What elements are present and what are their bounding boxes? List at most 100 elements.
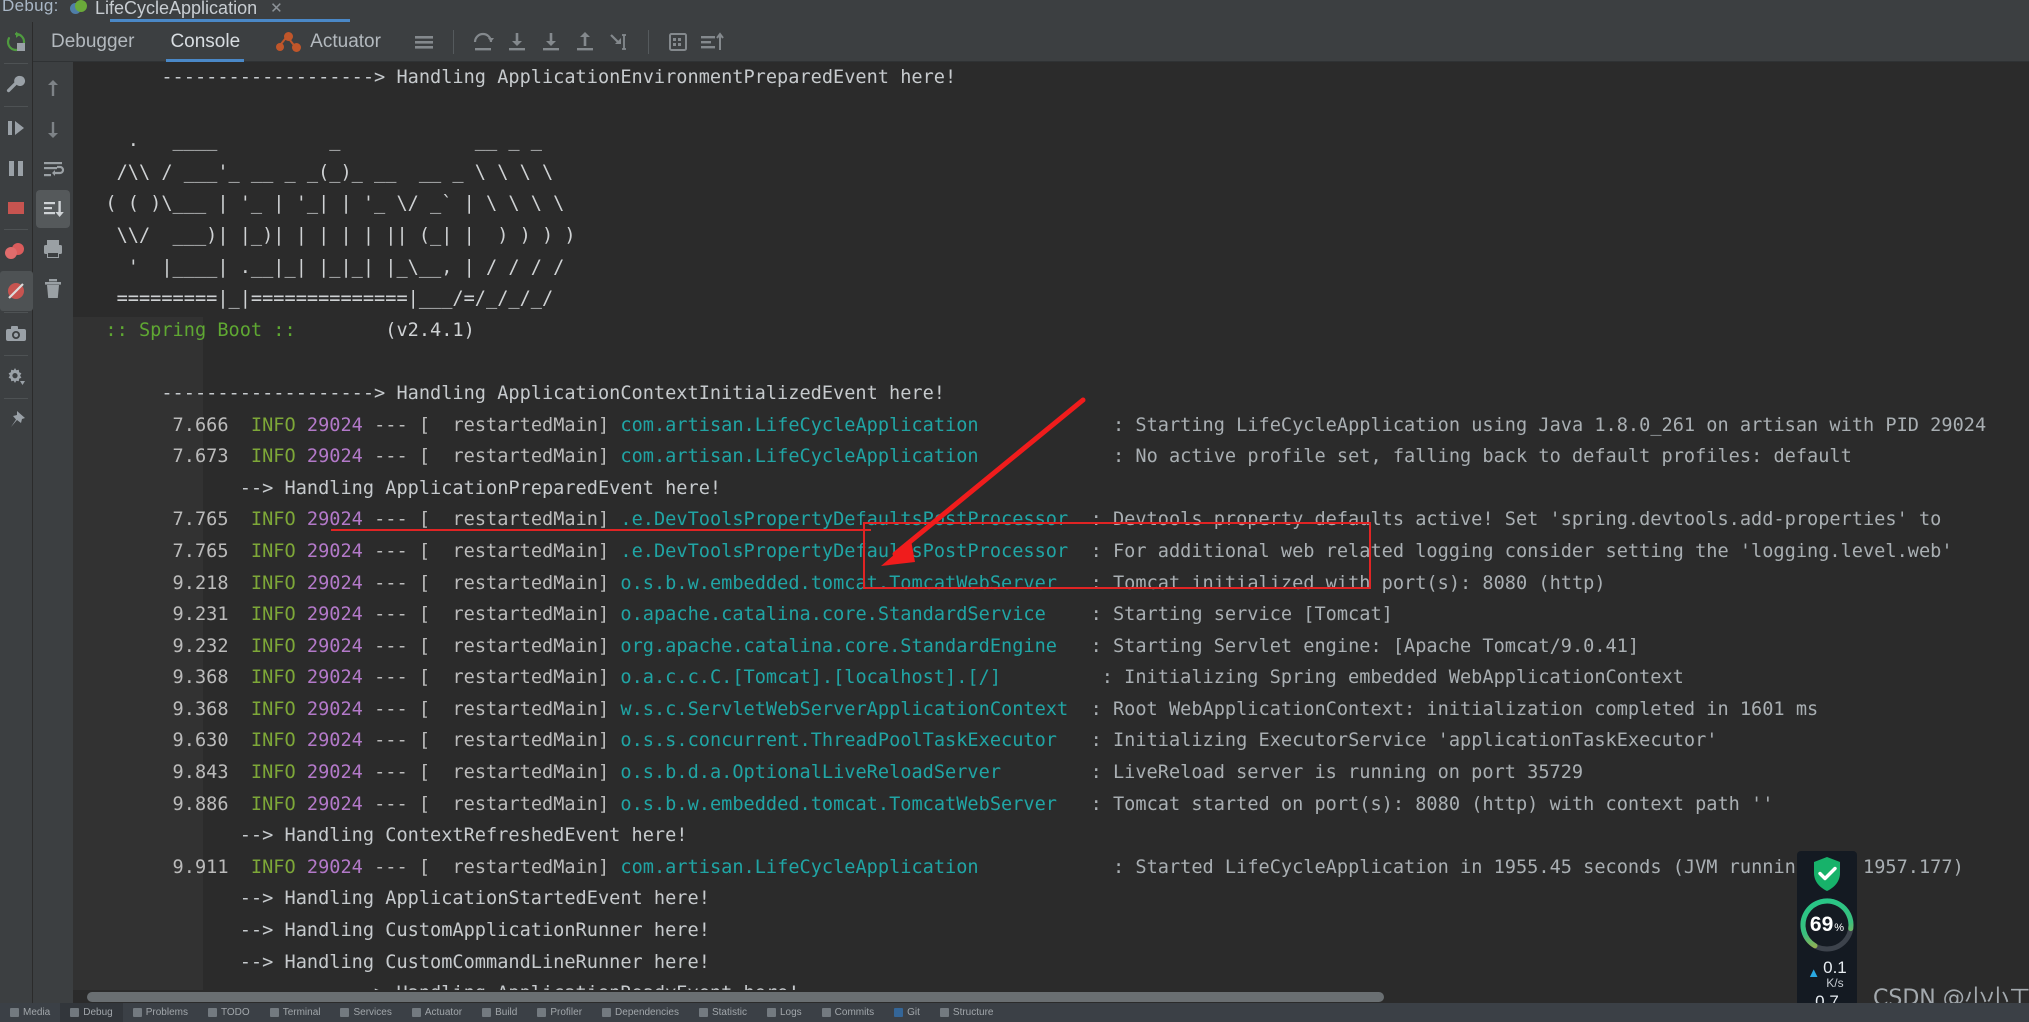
resume-program-icon[interactable]	[0, 108, 33, 148]
network-upload-value: 0.1	[1823, 958, 1847, 977]
force-step-into-icon[interactable]	[534, 25, 568, 59]
console-line-banner: \\/ ___)| |_)| | | | | || (_| | ) ) ) )	[83, 224, 576, 246]
toolwindow-button-git[interactable]: Git	[884, 1003, 930, 1022]
clear-all-icon[interactable]	[36, 270, 70, 308]
toolwindow-button-label: Services	[353, 1007, 392, 1018]
toolwindow-button-label: Actuator	[424, 1007, 463, 1018]
toolwindow-button-problems[interactable]: Problems	[123, 1003, 198, 1022]
console-line-banner: /\\ / ___'_ __ _ _(_)_ __ __ _ \ \ \ \	[83, 161, 554, 183]
toolwindow-button-label: TODO	[220, 1007, 250, 1018]
toolwindow-button-dependencies[interactable]: Dependencies	[592, 1003, 689, 1022]
media-icon	[10, 1008, 19, 1017]
close-icon[interactable]: ✕	[270, 0, 283, 17]
tab-console-label: Console	[170, 30, 241, 52]
toolwindow-button-label: Problems	[145, 1007, 188, 1018]
camera-icon[interactable]	[0, 314, 33, 354]
problems-icon	[132, 1008, 142, 1017]
toolwindow-button-label: Build	[495, 1007, 518, 1018]
show-execution-point-icon[interactable]	[407, 25, 441, 59]
network-upload-row: ▲ 0.1 K/s	[1807, 959, 1847, 990]
run-to-cursor-icon[interactable]	[602, 25, 636, 59]
structure-icon	[939, 1008, 949, 1017]
settings-wrench-icon[interactable]	[0, 65, 33, 105]
soft-wrap-icon[interactable]	[36, 150, 70, 188]
toolwindow-button-label: Commits	[834, 1007, 875, 1018]
stop-icon[interactable]	[0, 188, 33, 228]
rail-divider	[4, 355, 28, 356]
toolwindow-button-label: Git	[907, 1007, 920, 1018]
toolwindow-button-actuator[interactable]: Actuator	[402, 1003, 472, 1022]
toolwindow-button-build[interactable]: Build	[472, 1003, 527, 1022]
step-over-icon[interactable]	[466, 25, 500, 59]
scroll-up-icon[interactable]	[36, 70, 70, 108]
layout-settings-icon[interactable]	[695, 25, 729, 59]
console-line-log: 9.911 INFO 29024 --- [ restartedMain] co…	[83, 856, 1964, 878]
console-line-log: 9.218 INFO 29024 --- [ restartedMain] o.…	[83, 572, 1606, 594]
console-text: -------------------> Handling Applicatio…	[73, 62, 1986, 1000]
console-line-log: 9.368 INFO 29024 --- [ restartedMain] w.…	[83, 698, 1819, 720]
toolwindow-button-label: Dependencies	[615, 1007, 679, 1018]
toolwindow-button-terminal[interactable]: Terminal	[260, 1003, 331, 1022]
toolbar-divider	[452, 29, 454, 54]
todo-icon	[207, 1008, 217, 1017]
toolwindow-button-label: Media	[23, 1007, 51, 1018]
tab-actuator[interactable]: Actuator	[258, 22, 399, 62]
console-output[interactable]: -------------------> Handling Applicatio…	[73, 62, 2029, 1000]
toolwindow-button-label: Statistic	[711, 1007, 747, 1018]
toolwindow-button-commits[interactable]: Commits	[812, 1003, 884, 1022]
toolwindow-button-profiler[interactable]: Profiler	[527, 1003, 592, 1022]
step-out-icon[interactable]	[568, 25, 602, 59]
terminal-icon	[269, 1008, 279, 1017]
view-breakpoints-icon[interactable]	[0, 231, 33, 271]
spring-boot-app-icon	[70, 0, 88, 17]
tab-console[interactable]: Console	[152, 22, 258, 62]
run-configuration-tab[interactable]: LifeCycleApplication ✕	[60, 0, 350, 22]
app-window: Debug: LifeCycleApplication ✕ Debugger C…	[0, 0, 2029, 1022]
settings-gear-icon[interactable]	[0, 357, 33, 397]
rail-divider	[4, 229, 28, 230]
tab-debugger-label: Debugger	[51, 30, 135, 52]
console-line-log: 7.765 INFO 29024 --- [ restartedMain] .e…	[83, 540, 1953, 562]
rerun-icon[interactable]	[0, 22, 33, 62]
toolbar-divider	[647, 29, 649, 54]
console-line-log: 9.630 INFO 29024 --- [ restartedMain] o.…	[83, 730, 1718, 752]
scroll-down-icon[interactable]	[36, 110, 70, 148]
console-line-event: --> Handling ApplicationStartedEvent her…	[83, 888, 710, 910]
pause-program-icon[interactable]	[0, 148, 33, 188]
console-line-banner: =========|_|==============|___/=/_/_/_/	[83, 288, 554, 310]
scrollbar-thumb[interactable]	[87, 992, 1384, 1002]
step-into-icon[interactable]	[500, 25, 534, 59]
console-line-log: 9.843 INFO 29024 --- [ restartedMain] o.…	[83, 762, 1584, 784]
toolwindow-button-label: Logs	[779, 1007, 802, 1018]
actuator-icon	[411, 1008, 421, 1017]
print-icon[interactable]	[36, 230, 70, 268]
evaluate-expression-icon[interactable]	[661, 25, 695, 59]
tab-debugger[interactable]: Debugger	[33, 22, 152, 62]
debug-tool-rail	[0, 22, 33, 1022]
system-monitor-widget[interactable]: 69% ▲ 0.1 K/s 0.7	[1797, 851, 1857, 1022]
console-horizontal-scrollbar[interactable]	[73, 990, 2029, 1003]
commits-icon	[821, 1008, 831, 1017]
services-icon	[340, 1008, 350, 1017]
toolwindow-button-logs[interactable]: Logs	[757, 1003, 812, 1022]
console-line-log: 9.886 INFO 29024 --- [ restartedMain] o.…	[83, 793, 1774, 815]
console-line-log: 9.231 INFO 29024 --- [ restartedMain] o.…	[83, 604, 1393, 626]
tab-actuator-label: Actuator	[310, 30, 381, 52]
rail-divider	[4, 398, 28, 399]
toolwindow-button-structure[interactable]: Structure	[930, 1003, 1004, 1022]
toolwindow-button-media[interactable]: Media	[0, 1003, 60, 1022]
toolwindow-button-todo[interactable]: TODO	[198, 1003, 260, 1022]
toolwindow-button-statistic[interactable]: Statistic	[689, 1003, 757, 1022]
run-configuration-name: LifeCycleApplication	[95, 0, 258, 18]
console-line-banner: . ____ _ __ _ _	[83, 130, 542, 152]
toolwindow-button-debug[interactable]: Debug	[60, 1003, 123, 1022]
console-line-banner: ' |____| .__|_| |_|_| |_\__, | / / / /	[83, 256, 565, 278]
console-line-log: 9.368 INFO 29024 --- [ restartedMain] o.…	[83, 667, 1684, 689]
network-unit-label: K/s	[1826, 976, 1844, 990]
cpu-usage-value: 69	[1809, 913, 1834, 936]
mute-breakpoints-icon[interactable]	[0, 271, 33, 311]
toolwindow-button-services[interactable]: Services	[330, 1003, 401, 1022]
scroll-to-end-icon[interactable]	[36, 190, 70, 228]
pin-icon[interactable]	[0, 400, 33, 440]
